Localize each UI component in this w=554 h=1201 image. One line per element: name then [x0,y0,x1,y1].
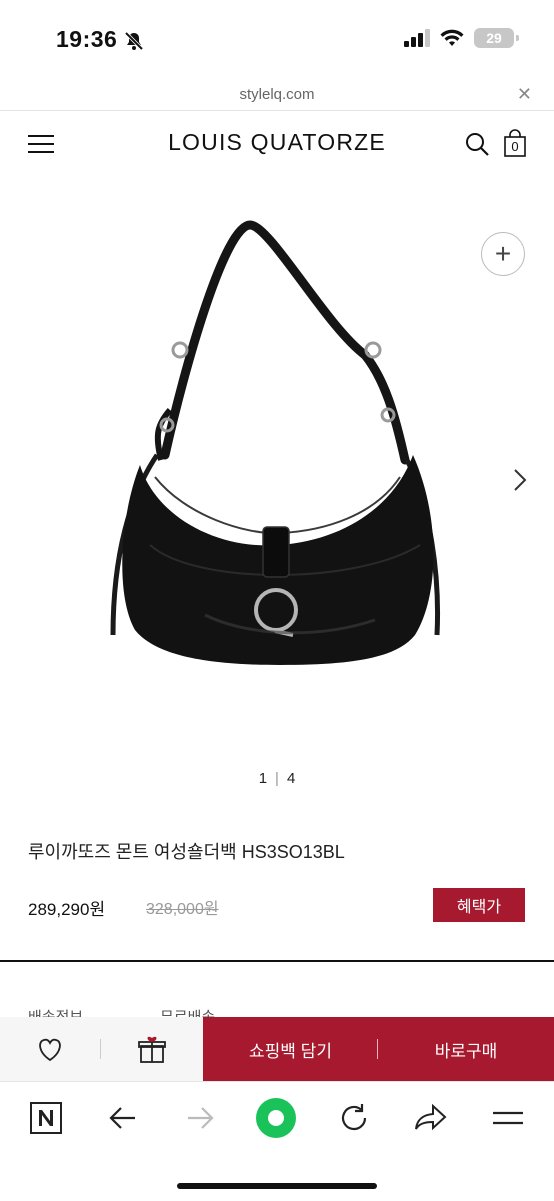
heart-icon[interactable] [30,1037,70,1063]
gallery-pager: 1 | 4 [0,770,554,787]
gift-icon[interactable] [136,1033,168,1065]
pager-separator: | [275,770,279,787]
home-indicator [177,1183,377,1189]
search-icon[interactable] [464,131,490,157]
battery-indicator: 29 [474,28,519,48]
site-header: LOUIS QUATORZE 0 [0,111,554,177]
url-text[interactable]: stylelq.com [0,86,554,103]
original-price: 328,000원 [146,901,219,918]
product-title: 루이까또즈 몬트 여성숄더백 HS3SO13BL [28,842,345,862]
back-arrow-icon[interactable] [105,1100,141,1136]
plus-icon: + [494,238,512,269]
status-time: 19:36 [56,26,118,52]
cart-count: 0 [511,139,519,154]
battery-level: 29 [486,30,502,46]
forward-arrow-icon[interactable] [182,1100,218,1136]
action-divider [100,1039,101,1059]
shopping-bag-button[interactable]: 0 [503,129,527,157]
buy-now-button[interactable]: 바로구매 [378,1017,554,1081]
naver-home-icon[interactable] [28,1100,64,1136]
share-icon[interactable] [413,1100,449,1136]
pager-current: 1 [258,770,268,787]
purchase-action-bar: 쇼핑백 담기 바로구매 [0,1017,554,1081]
close-icon[interactable]: ✕ [517,84,532,105]
bell-muted-icon [124,31,144,51]
pager-total: 4 [286,770,296,787]
green-dot-icon[interactable] [255,1097,297,1139]
product-image-handbag[interactable] [95,215,455,685]
signal-icon [404,29,430,47]
chevron-right-icon[interactable] [510,467,530,493]
status-bar: 19:36 29 [0,0,554,80]
benefit-price-button[interactable]: 혜택가 [433,888,525,922]
sale-price: 289,290원 [28,900,106,919]
refresh-icon[interactable] [336,1100,372,1136]
zoom-button[interactable]: + [481,232,525,276]
menu-lines-icon[interactable] [490,1100,526,1136]
add-to-cart-button[interactable]: 쇼핑백 담기 [203,1017,378,1081]
wifi-icon [440,29,464,46]
url-bar[interactable]: stylelq.com ✕ [0,80,554,111]
section-divider [0,960,554,962]
